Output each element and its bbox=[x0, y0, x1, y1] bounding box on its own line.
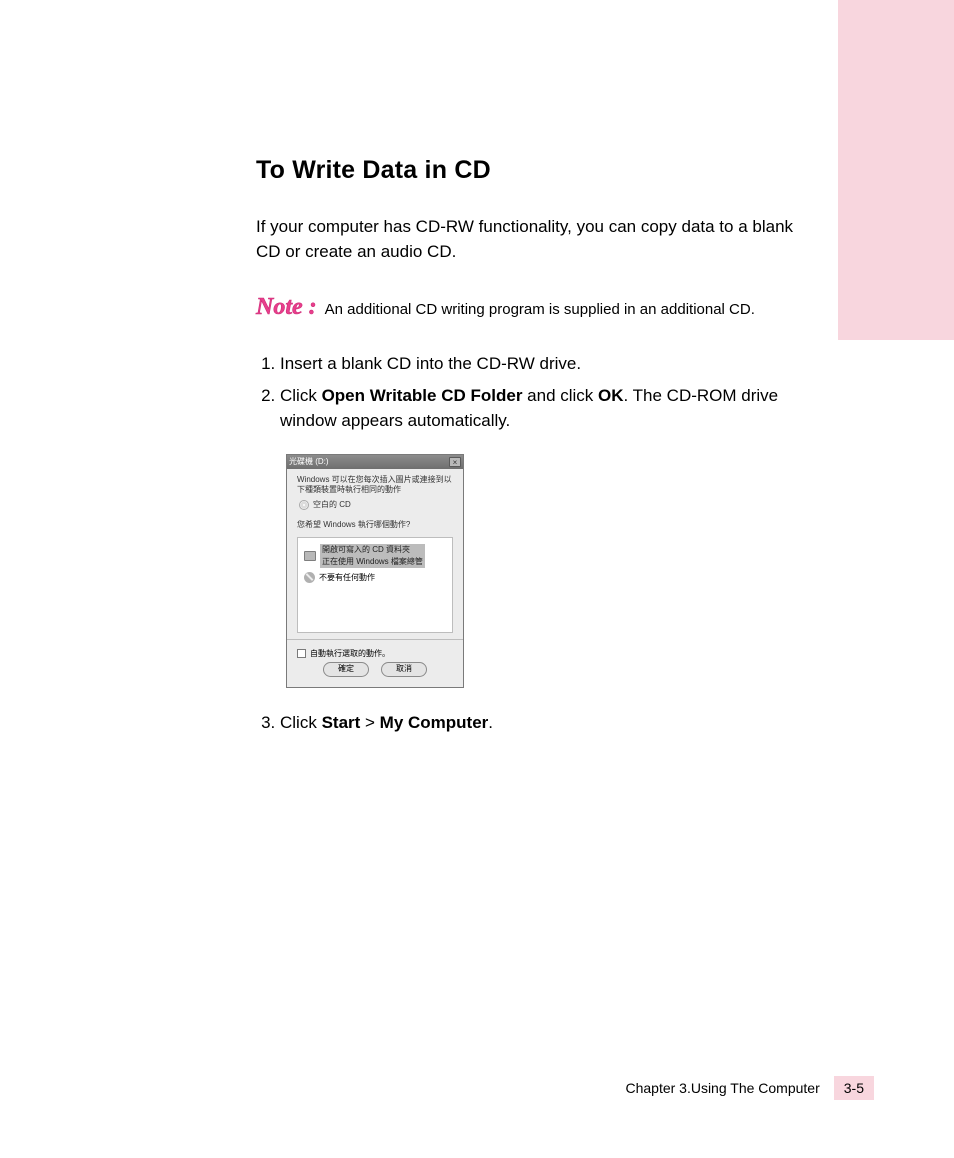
no-action-icon bbox=[304, 572, 315, 583]
step-3-bold-mycomputer: My Computer bbox=[380, 713, 489, 732]
step-3-text-e: . bbox=[488, 713, 493, 732]
step-2-bold-ok: OK bbox=[598, 386, 624, 405]
page-footer: Chapter 3.Using The Computer 3-5 bbox=[625, 1076, 874, 1100]
dialog-title-text: 光碟機 (D:) bbox=[289, 456, 329, 468]
footer-chapter: Chapter 3.Using The Computer bbox=[625, 1080, 819, 1096]
step-2-bold-folder: Open Writable CD Folder bbox=[322, 386, 523, 405]
steps-list: Insert a blank CD into the CD-RW drive. … bbox=[256, 351, 816, 735]
checkbox-label: 自動執行選取的動作。 bbox=[310, 648, 390, 660]
step-2-text-c: and click bbox=[522, 386, 598, 405]
footer-page-number: 3-5 bbox=[834, 1076, 874, 1100]
folder-icon bbox=[304, 551, 316, 561]
cancel-button[interactable]: 取消 bbox=[381, 662, 427, 677]
step-3-bold-start: Start bbox=[322, 713, 361, 732]
action-none-text: 不要有任何動作 bbox=[319, 572, 375, 584]
step-3: Click Start > My Computer. bbox=[280, 710, 816, 736]
action-selected-line2: 正在使用 Windows 檔案總管 bbox=[322, 557, 423, 566]
step-3-text-a: Click bbox=[280, 713, 322, 732]
page-content: To Write Data in CD If your computer has… bbox=[256, 156, 816, 741]
action-selected-line1: 開啟可寫入的 CD 資料夾 bbox=[322, 545, 410, 554]
page-title: To Write Data in CD bbox=[256, 156, 816, 185]
chapter-tab bbox=[838, 0, 954, 340]
divider bbox=[287, 639, 463, 640]
step-2-text-a: Click bbox=[280, 386, 322, 405]
always-do-checkbox[interactable] bbox=[297, 649, 306, 658]
ok-button[interactable]: 確定 bbox=[323, 662, 369, 677]
step-3-text-c: > bbox=[360, 713, 379, 732]
dialog-question: 您希望 Windows 執行哪個動作? bbox=[297, 519, 453, 531]
step-1: Insert a blank CD into the CD-RW drive. bbox=[280, 351, 816, 377]
intro-paragraph: If your computer has CD-RW functionality… bbox=[256, 215, 816, 264]
note-text: An additional CD writing program is supp… bbox=[325, 301, 755, 318]
dialog-media-type: 空白的 CD bbox=[313, 499, 351, 511]
close-icon[interactable]: × bbox=[449, 457, 461, 467]
action-take-no-action[interactable]: 不要有任何動作 bbox=[302, 570, 448, 586]
note-block: Note : An additional CD writing program … bbox=[256, 294, 816, 321]
action-open-writable-folder[interactable]: 開啟可寫入的 CD 資料夾 正在使用 Windows 檔案總管 bbox=[302, 542, 448, 570]
autoplay-dialog: 光碟機 (D:) × Windows 可以在您每次插入圖片或連接到以下種類裝置時… bbox=[286, 454, 464, 688]
step-2: Click Open Writable CD Folder and click … bbox=[280, 383, 816, 688]
dialog-description: Windows 可以在您每次插入圖片或連接到以下種類裝置時執行相同的動作 bbox=[297, 475, 453, 495]
action-list[interactable]: 開啟可寫入的 CD 資料夾 正在使用 Windows 檔案總管 不要有任何動作 bbox=[297, 537, 453, 633]
dialog-titlebar: 光碟機 (D:) × bbox=[287, 455, 463, 469]
note-label: Note : bbox=[256, 294, 317, 321]
cd-icon bbox=[299, 500, 309, 510]
